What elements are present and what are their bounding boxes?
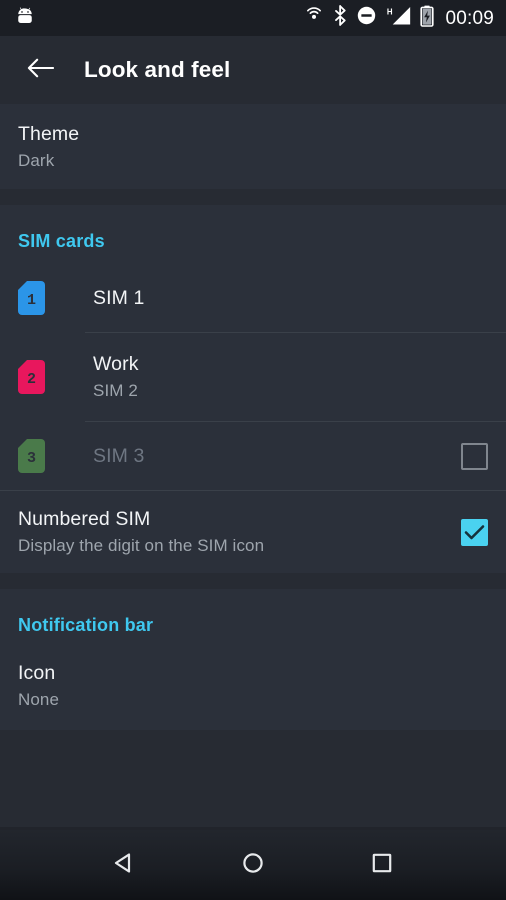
theme-title: Theme bbox=[18, 122, 80, 145]
phone-screen: H 00:09 Look and feel Theme Dark SIM car… bbox=[0, 0, 506, 900]
nav-home-icon bbox=[240, 850, 266, 881]
sim-card-icon-1: 1 bbox=[18, 281, 45, 315]
page-title: Look and feel bbox=[84, 57, 231, 82]
back-arrow-icon bbox=[27, 57, 54, 84]
setting-row-notification-icon[interactable]: Icon None bbox=[0, 648, 506, 730]
status-bar-icons: H 00:09 bbox=[304, 5, 494, 32]
section-header-notification-bar-label: Notification bar bbox=[18, 615, 154, 635]
settings-content: Theme Dark SIM cards 1 SIM 1 2 Work SIM … bbox=[0, 104, 506, 730]
sim-row-2-subtitle: SIM 2 bbox=[93, 381, 138, 401]
numbered-sim-text: Numbered SIM Display the digit on the SI… bbox=[18, 508, 449, 556]
status-bar-clock: 00:09 bbox=[445, 7, 494, 29]
section-header-notification-bar: Notification bar bbox=[0, 589, 506, 648]
nav-home-button[interactable] bbox=[223, 835, 283, 895]
numbered-sim-subtitle: Display the digit on the SIM icon bbox=[18, 536, 265, 556]
sim-row-2-title: Work bbox=[93, 353, 139, 376]
nav-back-icon bbox=[111, 850, 137, 881]
status-bar-notifications bbox=[16, 6, 34, 30]
nav-recents-icon bbox=[369, 850, 395, 881]
do-not-disturb-icon bbox=[357, 6, 376, 30]
sim-row-3[interactable]: 3 SIM 3 bbox=[0, 422, 506, 490]
sim-row-2[interactable]: 2 Work SIM 2 bbox=[0, 333, 506, 421]
sim-digit-3: 3 bbox=[26, 450, 36, 467]
numbered-sim-title: Numbered SIM bbox=[18, 508, 151, 531]
section-header-sim-cards: SIM cards bbox=[0, 205, 506, 264]
notification-icon-title: Icon bbox=[18, 662, 56, 685]
battery-charging-icon bbox=[420, 5, 435, 32]
section-gap-1 bbox=[0, 189, 506, 205]
theme-value: Dark bbox=[18, 150, 55, 170]
hspa-signal-icon: H bbox=[385, 6, 411, 31]
status-bar: H 00:09 bbox=[0, 0, 506, 36]
section-header-sim-cards-label: SIM cards bbox=[18, 231, 105, 251]
sim-row-1-text: SIM 1 bbox=[93, 287, 488, 309]
cast-icon bbox=[304, 6, 324, 31]
app-bar: Look and feel bbox=[0, 36, 506, 104]
sim-row-3-checkbox[interactable] bbox=[461, 442, 488, 470]
setting-row-theme[interactable]: Theme Dark bbox=[0, 104, 506, 189]
bluetooth-icon bbox=[333, 5, 348, 31]
notification-icon-value: None bbox=[18, 690, 60, 710]
sim-digit-1: 1 bbox=[26, 292, 36, 309]
back-button[interactable] bbox=[18, 48, 62, 92]
sim-row-2-text: Work SIM 2 bbox=[93, 353, 488, 401]
sim-row-1[interactable]: 1 SIM 1 bbox=[0, 264, 506, 332]
nav-back-button[interactable] bbox=[94, 835, 154, 895]
sim-digit-2: 2 bbox=[26, 371, 36, 388]
setting-row-numbered-sim[interactable]: Numbered SIM Display the digit on the SI… bbox=[0, 491, 506, 573]
section-gap-2 bbox=[0, 573, 506, 589]
sim-row-3-text: SIM 3 bbox=[93, 445, 449, 467]
navigation-bar bbox=[0, 830, 506, 900]
nav-recents-button[interactable] bbox=[352, 835, 412, 895]
svg-text:H: H bbox=[387, 7, 393, 16]
sim-row-3-title: SIM 3 bbox=[93, 444, 145, 467]
sim-card-icon-3: 3 bbox=[18, 439, 45, 473]
sim-card-icon-2: 2 bbox=[18, 360, 45, 394]
numbered-sim-checkbox[interactable] bbox=[461, 518, 488, 546]
android-head-icon bbox=[16, 6, 34, 30]
sim-row-1-title: SIM 1 bbox=[93, 286, 145, 309]
content-filler bbox=[0, 730, 506, 827]
